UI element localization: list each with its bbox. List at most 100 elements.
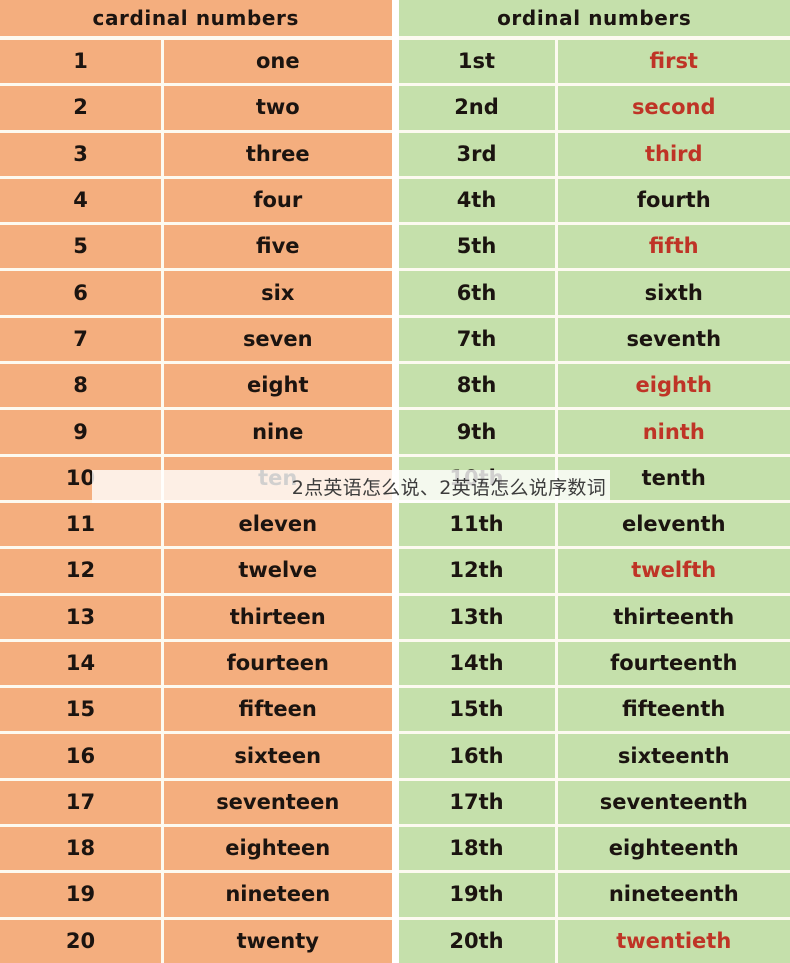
ordinal-word-text-irregular: twelfth — [631, 558, 717, 583]
table-row: 5 five — [0, 225, 392, 272]
ordinal-number-cell: 8th — [399, 364, 558, 408]
ordinal-word-cell: fifteenth — [558, 688, 790, 731]
ordinal-word-cell: twelfth — [558, 549, 790, 592]
cardinal-word-cell: five — [164, 225, 392, 268]
table-row: 9th ninth — [398, 410, 790, 457]
table-row: 11th eleventh — [398, 502, 790, 550]
ordinal-number-cell: 15th — [399, 688, 558, 732]
ordinal-word-cell: eighth — [558, 364, 790, 407]
ordinal-number-text: 14th — [449, 651, 504, 675]
ordinal-word-text-irregular: fifth — [648, 234, 699, 259]
table-row: 5th fifth — [398, 225, 790, 272]
table-row: 11 eleven — [0, 502, 392, 550]
ordinal-word-cell: fourth — [558, 179, 790, 222]
cardinal-word-text: three — [245, 141, 310, 166]
cardinal-number-text: 12 — [65, 558, 96, 583]
table-row: 12th twelfth — [398, 549, 790, 596]
cardinal-word-text: one — [255, 49, 300, 74]
table-row: 16th sixteenth — [398, 734, 790, 781]
ordinal-word-text: eleventh — [621, 512, 726, 537]
table-row: 6 six — [0, 271, 392, 318]
table-row: 8 eight — [0, 364, 392, 411]
ordinal-word-text-irregular: eighth — [635, 373, 712, 398]
cardinal-word-cell: seventeen — [164, 781, 392, 824]
table-row: 1 one — [0, 40, 392, 87]
page-root: cardinal numbers 1 one 2 two 3 three 4 four 5 fiv… — [0, 0, 790, 963]
ordinal-word-cell: sixteenth — [558, 734, 790, 777]
table-row: 20 twenty — [0, 919, 392, 963]
cardinal-number-cell: 8 — [0, 364, 164, 408]
table-row: 7 seven — [0, 317, 392, 365]
ordinal-number-cell: 3rd — [399, 132, 558, 176]
cardinal-word-text: nine — [252, 419, 304, 444]
cardinal-number-cell: 5 — [0, 225, 164, 269]
ordinal-number-text: 6th — [456, 280, 497, 305]
cardinal-number-text: 11 — [65, 512, 96, 537]
ordinal-number-text: 7th — [456, 326, 497, 351]
cardinal-number-text: 19 — [65, 882, 96, 907]
cardinal-word-cell: six — [164, 271, 392, 314]
ordinal-number-text: 13th — [449, 604, 504, 629]
ordinal-number-text: 12th — [449, 558, 504, 583]
ordinal-number-cell: 12th — [399, 549, 558, 593]
cardinal-number-text: 14 — [65, 651, 96, 675]
cardinal-word-cell: sixteen — [164, 734, 392, 777]
ordinal-number-cell: 1st — [399, 40, 558, 84]
ordinal-number-text: 18th — [449, 836, 504, 861]
cardinal-word-cell: eleven — [164, 503, 392, 546]
table-row: 16 sixteen — [0, 734, 392, 781]
cardinal-word-text: twenty — [236, 928, 319, 953]
ordinal-number-text: 17th — [449, 789, 504, 814]
cardinal-word-cell: thirteen — [164, 596, 392, 639]
table-row: 12 twelve — [0, 549, 392, 596]
table-row: 2 two — [0, 86, 392, 133]
cardinal-word-cell: nine — [164, 410, 392, 453]
ordinal-word-cell: sixth — [558, 271, 790, 314]
ordinal-word-text: fourth — [636, 188, 711, 213]
ordinal-table-header: ordinal numbers — [398, 0, 790, 40]
ordinal-word-cell: fourteenth — [558, 642, 790, 685]
cardinal-word-text: eighteen — [225, 836, 331, 861]
cardinal-number-text: 18 — [65, 836, 96, 861]
cardinal-number-cell: 18 — [0, 827, 164, 871]
table-row: 14 fourteen — [0, 641, 392, 689]
cardinal-number-text: 9 — [73, 419, 88, 444]
ordinal-number-text: 16th — [449, 743, 504, 768]
ordinal-word-text-irregular: third — [644, 141, 703, 166]
table-row: 1st first — [398, 40, 790, 87]
table-row: 17th seventeenth — [398, 780, 790, 828]
table-row: 4 four — [0, 178, 392, 226]
ordinal-word-cell: ninth — [558, 410, 790, 453]
cardinal-number-cell: 16 — [0, 734, 164, 778]
cardinal-number-text: 3 — [73, 141, 88, 166]
ordinal-number-cell: 13th — [399, 595, 558, 639]
cardinal-number-cell: 6 — [0, 271, 164, 315]
cardinal-word-cell: eight — [164, 364, 392, 407]
cardinal-word-text: seventeen — [216, 789, 340, 814]
ordinal-header-title: ordinal numbers — [497, 6, 692, 30]
table-row: 15 fifteen — [0, 688, 392, 735]
cardinal-word-text: eleven — [238, 512, 318, 537]
ordinal-number-cell: 14th — [399, 641, 558, 686]
cardinal-word-text: two — [255, 95, 300, 120]
ordinal-word-cell: nineteenth — [558, 873, 790, 916]
ordinal-number-cell: 6th — [399, 271, 558, 315]
ordinal-number-cell: 7th — [399, 317, 558, 362]
table-row: 19 nineteen — [0, 873, 392, 920]
ordinal-word-text: sixteenth — [617, 743, 730, 768]
cardinal-table-header: cardinal numbers — [0, 0, 392, 40]
table-row: 6th sixth — [398, 271, 790, 318]
cardinal-word-cell: twelve — [164, 549, 392, 592]
cardinal-word-text: five — [256, 234, 300, 259]
ordinal-word-text: thirteenth — [613, 604, 735, 629]
table-row: 19th nineteenth — [398, 873, 790, 920]
cardinal-number-text: 2 — [73, 95, 88, 120]
cardinal-word-cell: fifteen — [164, 688, 392, 731]
ordinal-word-text: tenth — [641, 465, 706, 490]
cardinal-number-text: 17 — [65, 789, 96, 814]
cardinal-word-cell: two — [164, 86, 392, 129]
ordinal-word-text: sixth — [644, 280, 703, 305]
cardinal-word-text: nineteen — [225, 882, 331, 907]
ordinal-word-text: fifteenth — [622, 697, 726, 722]
ordinal-word-cell: seventh — [558, 318, 790, 361]
